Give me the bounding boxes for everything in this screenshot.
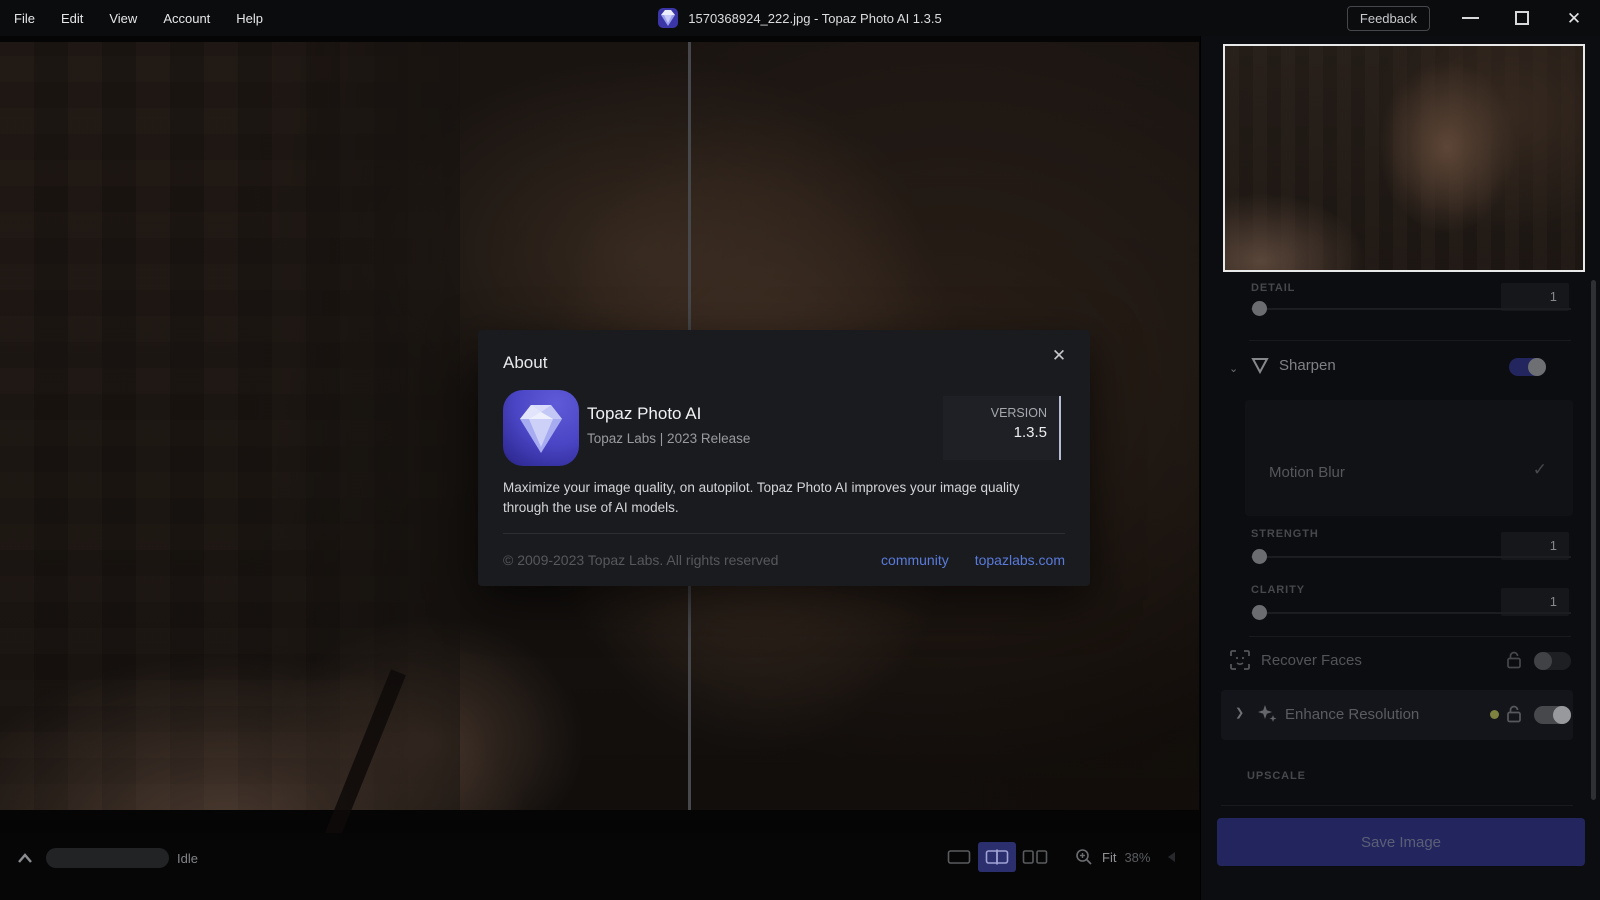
detail-slider-track[interactable] [1251, 308, 1571, 310]
divider [1249, 636, 1571, 637]
sharpen-toggle[interactable] [1509, 358, 1546, 376]
status-text: Idle [177, 850, 198, 866]
detail-slider-knob[interactable] [1252, 301, 1267, 316]
status-dot [1490, 710, 1499, 719]
recover-faces-toggle-knob [1534, 652, 1552, 670]
chevron-up-icon [18, 853, 32, 863]
settings-panel: DETAIL 1 ⌄ Sharpen Motion Blur ✓ STRENGT… [1200, 36, 1600, 900]
recover-faces-toggle[interactable] [1534, 652, 1571, 670]
sharpen-icon [1251, 358, 1269, 374]
collapse-arrow-icon[interactable] [1168, 852, 1176, 862]
split-view-icon [985, 849, 1009, 865]
menu-bar: File Edit View Account Help [0, 11, 263, 26]
sharpen-toggle-knob [1528, 358, 1546, 376]
upscale-label: UPSCALE [1247, 770, 1306, 782]
expand-queue-button[interactable] [12, 845, 38, 871]
dialog-close-button[interactable]: ✕ [1047, 344, 1071, 368]
chevron-right-icon[interactable]: ❯ [1235, 706, 1244, 719]
zoom-controls: Fit 38% [1074, 847, 1150, 867]
menu-edit[interactable]: Edit [61, 11, 83, 26]
diamond-icon [520, 405, 562, 453]
dialog-title: About [503, 353, 548, 372]
feedback-button[interactable]: Feedback [1346, 5, 1430, 31]
menu-account[interactable]: Account [163, 11, 210, 26]
app-subtitle: Topaz Labs | 2023 Release [587, 431, 751, 446]
save-image-button[interactable]: Save Image [1217, 818, 1585, 866]
clarity-slider-knob[interactable] [1252, 605, 1267, 620]
maximize-icon [1515, 11, 1529, 25]
about-description: Maximize your image quality, on autopilo… [503, 480, 1020, 515]
divider [503, 533, 1065, 534]
detail-label: DETAIL [1251, 282, 1296, 294]
close-button[interactable]: ✕ [1548, 0, 1600, 36]
recover-faces-icon [1230, 650, 1250, 670]
clarity-slider-track[interactable] [1251, 612, 1571, 614]
lock-icon [1507, 651, 1521, 669]
sharpen-model-list: Motion Blur ✓ [1245, 400, 1573, 516]
sharpen-section-label[interactable]: Sharpen [1279, 357, 1336, 374]
zoom-fit-label[interactable]: Fit [1102, 850, 1116, 865]
recover-faces-label[interactable]: Recover Faces [1261, 652, 1362, 669]
strength-slider-track[interactable] [1251, 556, 1571, 558]
titlebar: File Edit View Account Help 1570368924_2… [0, 0, 1600, 36]
view-controls-group: Fit 38% [940, 842, 1176, 872]
check-icon: ✓ [1532, 460, 1547, 479]
about-links: community topazlabs.com [881, 552, 1065, 568]
strength-slider-knob[interactable] [1252, 549, 1267, 564]
titlebar-controls: Feedback ✕ [1346, 0, 1600, 36]
version-box: VERSION 1.3.5 [943, 396, 1061, 460]
single-view-button[interactable] [940, 842, 978, 872]
progress-bar [46, 848, 169, 868]
enhance-resolution-toggle[interactable] [1534, 706, 1571, 724]
topazlabs-link[interactable]: topazlabs.com [975, 552, 1065, 568]
detail-value[interactable]: 1 [1501, 283, 1569, 311]
zoom-in-icon[interactable] [1074, 847, 1094, 867]
divider [1221, 805, 1573, 806]
clarity-label: CLARITY [1251, 584, 1305, 596]
community-link[interactable]: community [881, 552, 949, 568]
topaz-logo [503, 390, 579, 466]
minimize-button[interactable] [1444, 0, 1496, 36]
menu-help[interactable]: Help [236, 11, 263, 26]
status-bar: Idle Fit 38% [0, 833, 1200, 900]
zoom-percent[interactable]: 38% [1124, 850, 1150, 865]
copyright-text: © 2009-2023 Topaz Labs. All rights reser… [503, 552, 779, 568]
strength-label: STRENGTH [1251, 528, 1319, 540]
enhance-resolution-icon [1258, 705, 1277, 722]
divider [1249, 340, 1571, 341]
lock-icon [1507, 705, 1521, 723]
window-title: 1570368924_222.jpg - Topaz Photo AI 1.3.… [688, 10, 942, 26]
side-by-side-view-icon [1022, 850, 1048, 864]
maximize-button[interactable] [1496, 0, 1548, 36]
minimize-icon [1461, 17, 1479, 19]
enhance-resolution-toggle-knob [1553, 706, 1571, 724]
single-view-icon [947, 850, 971, 864]
version-label: VERSION [990, 406, 1047, 420]
menu-file[interactable]: File [14, 11, 35, 26]
model-motion-blur-option[interactable]: Motion Blur [1269, 464, 1345, 481]
about-dialog: About ✕ Topaz Photo AI Topaz Labs | 2023… [478, 330, 1090, 586]
split-view-button[interactable] [978, 842, 1016, 872]
app-window: File Edit View Account Help 1570368924_2… [0, 0, 1600, 900]
menu-view[interactable]: View [109, 11, 137, 26]
navigation-thumbnail[interactable] [1223, 44, 1585, 272]
app-logo-icon [658, 8, 679, 28]
enhance-resolution-label[interactable]: Enhance Resolution [1285, 706, 1419, 723]
chevron-down-icon[interactable]: ⌄ [1229, 362, 1238, 375]
close-icon: ✕ [1566, 8, 1582, 28]
version-value: 1.3.5 [1013, 424, 1047, 441]
status-left-group: Idle [12, 845, 198, 871]
side-by-side-view-button[interactable] [1016, 842, 1054, 872]
panel-scrollbar[interactable] [1591, 280, 1596, 800]
app-name: Topaz Photo AI [587, 404, 702, 423]
